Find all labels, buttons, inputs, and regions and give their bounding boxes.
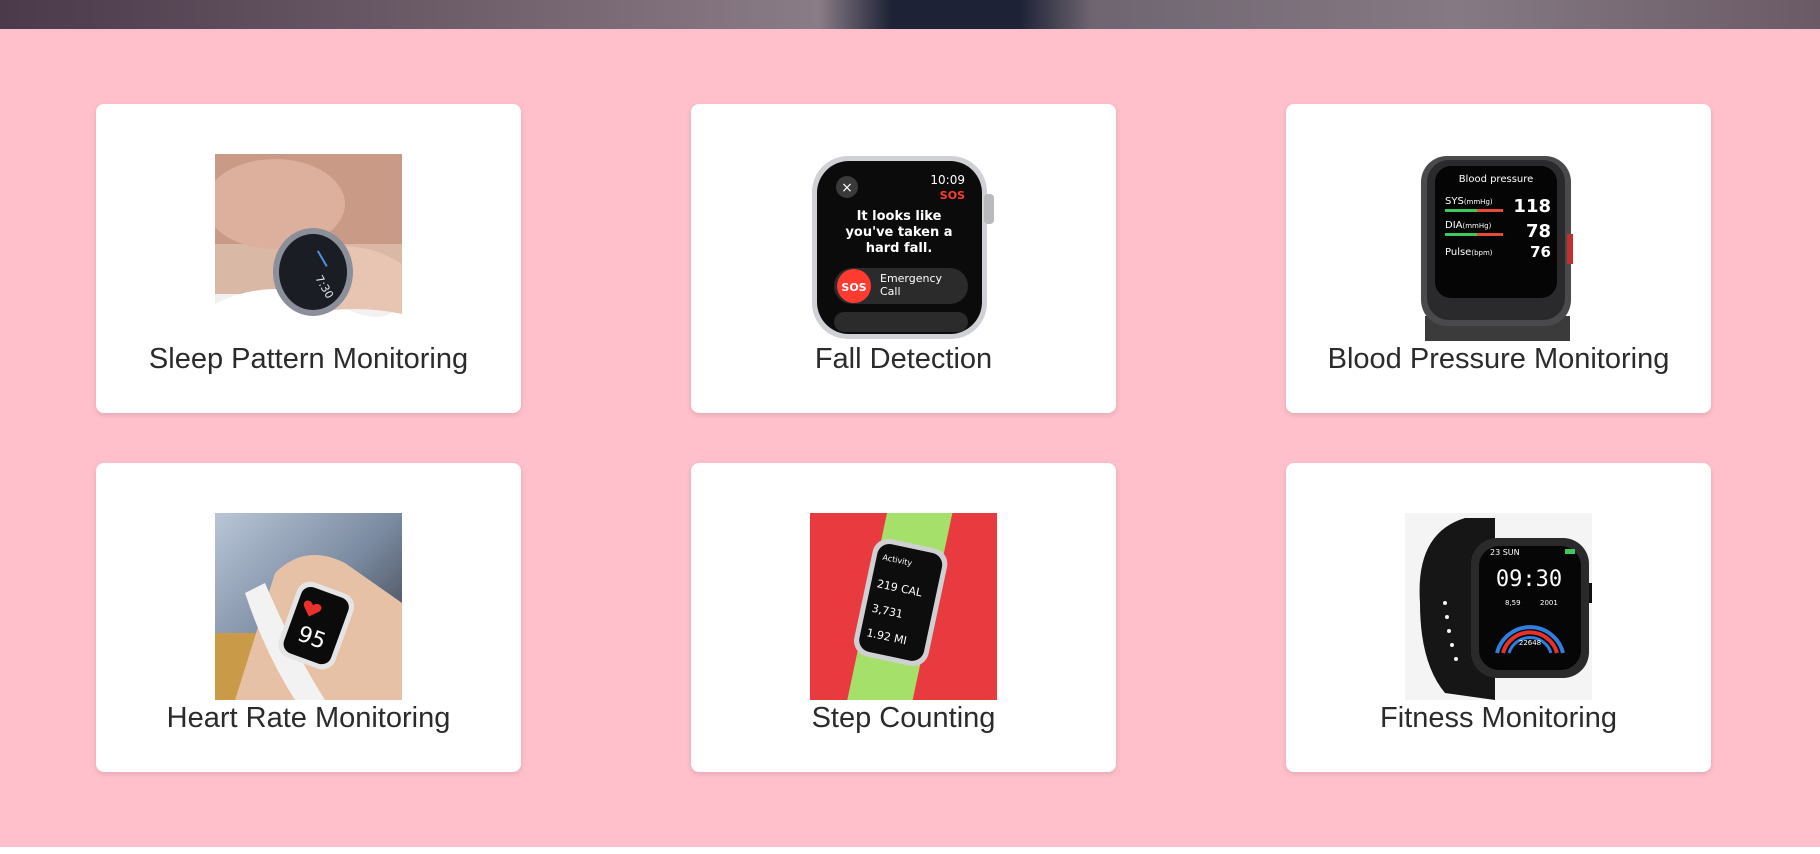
svg-text:Call: Call xyxy=(880,285,901,298)
fitness-watch-image: 23 SUN 09:30 8,59 2001 22648 xyxy=(1405,513,1592,700)
svg-text:10:09: 10:09 xyxy=(930,173,965,187)
fall-detection-watch-image: × 10:09 SOS It looks like you've taken a… xyxy=(810,154,997,341)
svg-text:76: 76 xyxy=(1530,243,1551,261)
svg-text:you've taken a: you've taken a xyxy=(845,225,952,240)
hero-image-strip xyxy=(0,0,1820,29)
svg-text:It looks like: It looks like xyxy=(857,209,942,224)
svg-text:8,59: 8,59 xyxy=(1505,599,1521,607)
feature-label: Step Counting xyxy=(811,702,996,734)
step-counting-watch-image: Activity 219 CAL 3,731 1.92 MI xyxy=(810,513,997,700)
section-bottom-edge xyxy=(0,847,1820,854)
heart-rate-watch-image: 95 xyxy=(215,513,402,700)
svg-text:2001: 2001 xyxy=(1540,599,1558,607)
svg-text:22648: 22648 xyxy=(1519,639,1541,647)
feature-card-heart-rate[interactable]: 95 Heart Rate Monitoring xyxy=(96,463,521,772)
feature-label: Sleep Pattern Monitoring xyxy=(148,343,469,375)
svg-text:Emergency: Emergency xyxy=(880,272,943,285)
feature-label: Heart Rate Monitoring xyxy=(166,702,451,734)
svg-text:23 SUN: 23 SUN xyxy=(1490,548,1520,557)
feature-label: Fall Detection xyxy=(814,343,993,375)
blood-pressure-watch-image: Blood pressure SYS(mmHg) 118 DIA(mmHg) 7… xyxy=(1405,154,1592,341)
feature-card-blood-pressure[interactable]: Blood pressure SYS(mmHg) 118 DIA(mmHg) 7… xyxy=(1286,104,1711,413)
svg-text:Blood pressure: Blood pressure xyxy=(1459,174,1534,185)
svg-text:Pulse(bpm): Pulse(bpm) xyxy=(1445,247,1493,258)
feature-card-sleep-pattern[interactable]: 7:30 Sleep Pattern Monitoring xyxy=(96,104,521,413)
feature-label: Blood Pressure Monitoring xyxy=(1327,343,1670,375)
svg-text:SYS(mmHg): SYS(mmHg) xyxy=(1445,196,1493,207)
svg-text:hard fall.: hard fall. xyxy=(866,241,933,256)
sleep-watch-image: 7:30 xyxy=(215,154,402,341)
svg-text:DIA(mmHg): DIA(mmHg) xyxy=(1445,220,1492,231)
svg-text:118: 118 xyxy=(1513,196,1551,217)
svg-text:SOS: SOS xyxy=(841,281,866,294)
svg-text:78: 78 xyxy=(1526,221,1551,242)
svg-text:×: × xyxy=(841,180,853,196)
feature-card-fitness[interactable]: 23 SUN 09:30 8,59 2001 22648 Fitness Mon… xyxy=(1286,463,1711,772)
feature-card-step-counting[interactable]: Activity 219 CAL 3,731 1.92 MI Step Coun… xyxy=(691,463,1116,772)
svg-text:SOS: SOS xyxy=(940,189,965,202)
feature-card-fall-detection[interactable]: × 10:09 SOS It looks like you've taken a… xyxy=(691,104,1116,413)
svg-text:09:30: 09:30 xyxy=(1496,567,1562,592)
feature-label: Fitness Monitoring xyxy=(1380,702,1617,734)
